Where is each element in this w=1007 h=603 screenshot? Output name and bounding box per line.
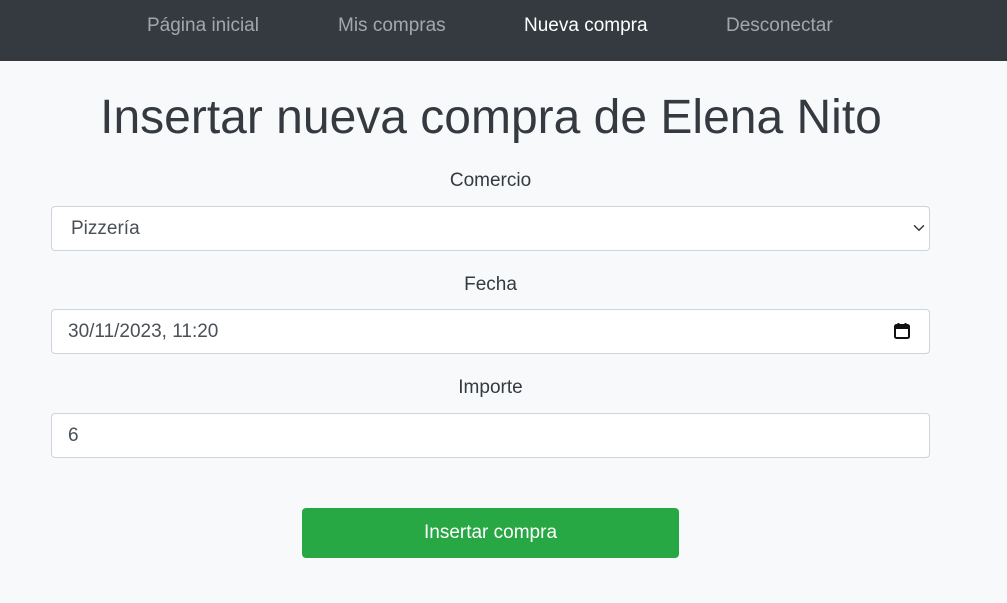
- importe-value: 6: [68, 425, 79, 446]
- fecha-label: Fecha: [464, 274, 517, 295]
- comercio-label: Comercio: [449, 170, 532, 191]
- comercio-select[interactable]: Pizzería: [51, 206, 930, 251]
- fecha-value: 30/11/2023, 11:20: [68, 321, 219, 342]
- nav-link-nueva-compra[interactable]: Nueva compra: [524, 0, 648, 52]
- nav-link-mis-compras[interactable]: Mis compras: [338, 0, 446, 52]
- nav-link-pagina-inicial[interactable]: Página inicial: [147, 0, 259, 52]
- page-title: Insertar nueva compra de Elena Nito: [100, 91, 882, 144]
- comercio-selected-value: Pizzería: [71, 218, 140, 239]
- nav-link-desconectar[interactable]: Desconectar: [726, 0, 833, 52]
- top-navbar: Página inicial Mis compras Nueva compra …: [0, 0, 1007, 61]
- fecha-input[interactable]: 30/11/2023, 11:20: [51, 309, 930, 354]
- insertar-compra-button[interactable]: Insertar compra: [302, 508, 679, 558]
- chevron-down-icon: [913, 225, 925, 231]
- importe-label: Importe: [458, 377, 523, 398]
- importe-input[interactable]: 6: [51, 413, 930, 458]
- calendar-icon[interactable]: [893, 322, 911, 340]
